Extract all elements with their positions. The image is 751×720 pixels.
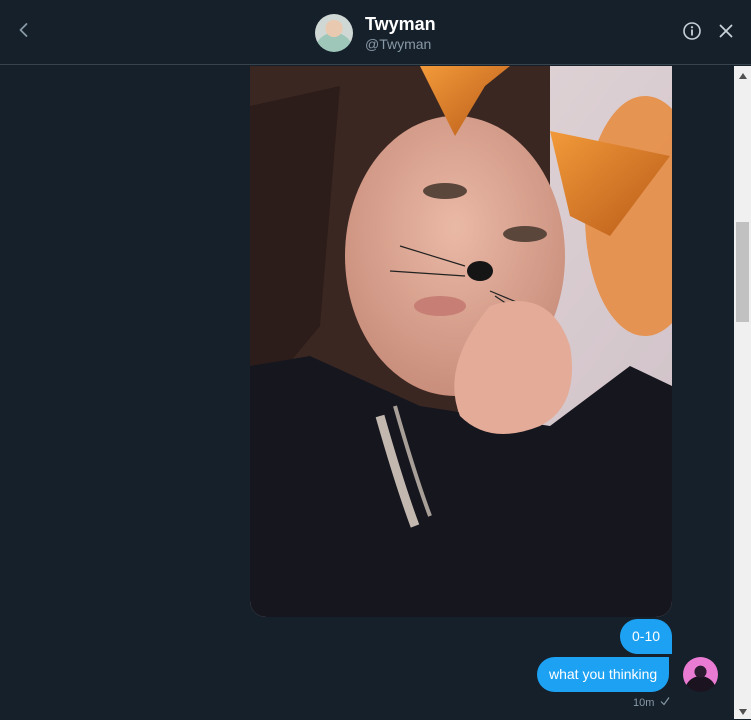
avatar[interactable] [315, 14, 353, 52]
triangle-up-icon [738, 66, 747, 84]
scroll-up-button[interactable] [734, 66, 751, 83]
sender-avatar[interactable] [683, 657, 718, 692]
triangle-down-icon [738, 702, 747, 720]
info-icon [682, 21, 702, 46]
message-bubble[interactable]: 0-10 [620, 619, 673, 654]
message-timestamp: 10m [633, 696, 655, 709]
scrollbar-thumb[interactable] [736, 222, 749, 322]
user-handle: @Twyman [365, 36, 432, 53]
close-icon [718, 23, 734, 44]
message-meta: 10m [633, 696, 670, 709]
back-button[interactable] [10, 18, 38, 46]
message-list[interactable]: 0-10 what you thinking 10m [0, 66, 734, 719]
message-image[interactable] [250, 66, 672, 617]
scrollbar[interactable] [734, 66, 751, 719]
conversation-header: Twyman @Twyman [0, 0, 751, 65]
check-icon [660, 696, 670, 709]
user-name: Twyman [365, 13, 436, 34]
close-button[interactable] [715, 22, 737, 44]
message-bubble[interactable]: what you thinking [537, 657, 670, 692]
conversation-user[interactable]: Twyman @Twyman [315, 13, 436, 53]
info-button[interactable] [681, 21, 703, 46]
chevron-left-icon [16, 22, 32, 43]
scroll-down-button[interactable] [734, 702, 751, 719]
